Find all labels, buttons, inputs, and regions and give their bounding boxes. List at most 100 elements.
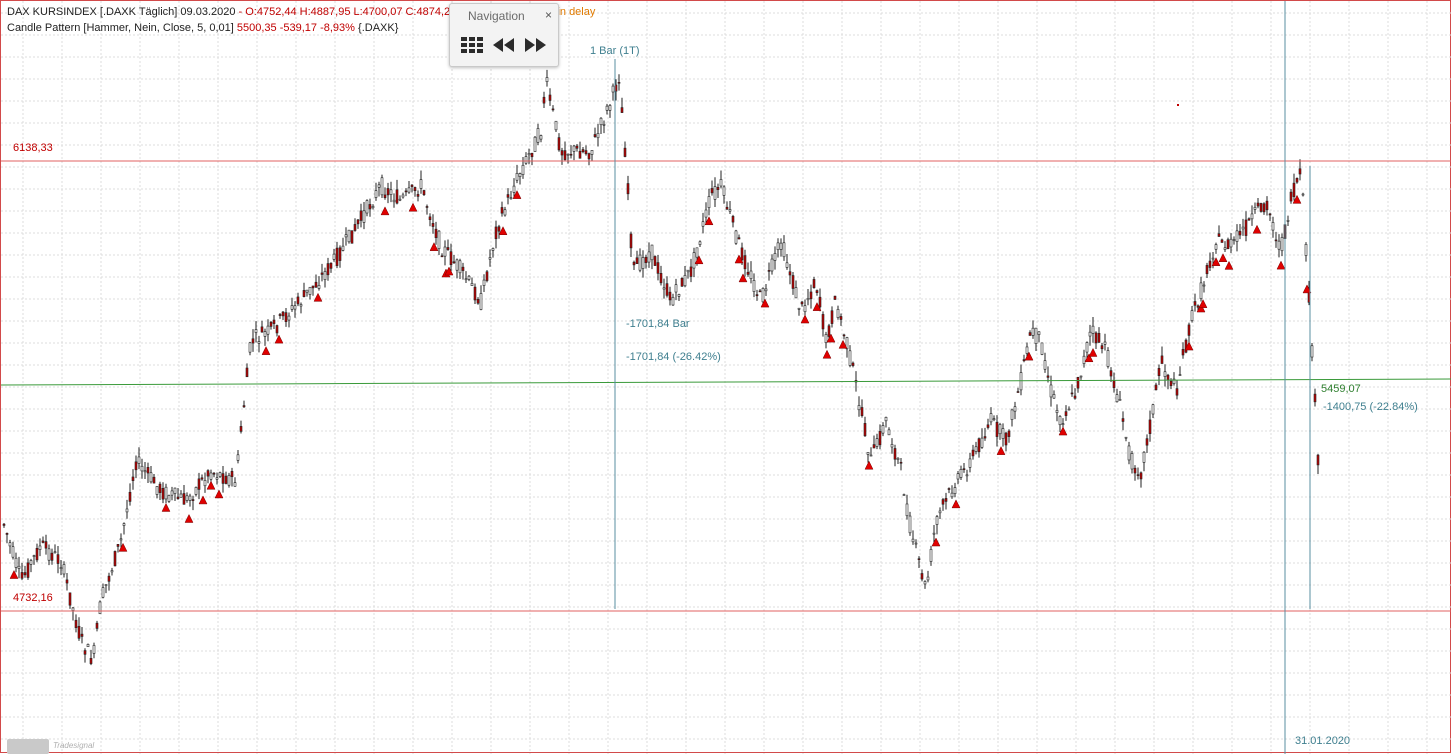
candle-body	[1028, 332, 1032, 336]
candle-body	[473, 286, 477, 301]
candle-body	[731, 216, 735, 223]
candle-body	[1253, 206, 1257, 210]
candle-body	[140, 465, 144, 472]
candle-body	[998, 424, 1002, 435]
candle-body	[1136, 474, 1140, 476]
candle-body	[236, 454, 240, 461]
candle-body	[1103, 341, 1107, 345]
candle-body	[449, 251, 453, 266]
hammer-marker	[822, 349, 832, 359]
candle-body	[494, 226, 498, 240]
candle-body	[848, 350, 852, 366]
candle-body	[272, 319, 276, 324]
candle-body	[1124, 436, 1128, 439]
candle-body	[707, 196, 711, 208]
candle-body	[542, 96, 546, 104]
candle-body	[5, 533, 9, 535]
candle-body	[1196, 305, 1200, 308]
candle-body	[77, 625, 81, 639]
candle-body	[974, 446, 978, 452]
grid-icon[interactable]	[460, 34, 484, 56]
tradesignal-logo: Tradesignal	[7, 738, 117, 754]
candle-body	[239, 426, 243, 432]
hammer-marker	[274, 334, 284, 344]
logo-badge	[7, 739, 49, 754]
candle-body	[362, 210, 366, 223]
candle-body	[164, 486, 168, 500]
candle-body	[1127, 445, 1131, 461]
candle-body	[530, 152, 534, 158]
measure-bar-label: -1701,84 Bar	[626, 318, 690, 330]
date-axis-label: 31.01.2020	[1295, 735, 1351, 747]
candle-body	[1052, 394, 1056, 399]
hammer-marker	[1198, 299, 1208, 308]
candle-body	[206, 470, 210, 477]
candle-body	[590, 150, 594, 155]
candle-body	[1214, 244, 1218, 250]
candle-body	[224, 475, 228, 484]
candle-body	[1151, 404, 1155, 415]
candle-body	[263, 331, 267, 337]
candle-body	[743, 255, 747, 270]
close-icon[interactable]: ×	[545, 8, 552, 22]
rewind-icon[interactable]	[492, 34, 516, 56]
candle-body	[1301, 193, 1305, 196]
candle-body	[266, 325, 270, 335]
candle-body	[467, 275, 471, 280]
hammer-marker	[1276, 260, 1286, 270]
hammer-marker	[214, 489, 224, 499]
study-symbol: {.DAXK}	[358, 22, 399, 34]
candle-body	[509, 197, 513, 200]
candle-body	[836, 309, 840, 318]
fast-forward-icon[interactable]	[523, 34, 547, 56]
candle-body	[209, 472, 213, 480]
candle-body	[1049, 384, 1053, 398]
candle-body	[188, 495, 192, 501]
candle-body	[575, 145, 579, 149]
candle-body	[329, 262, 333, 269]
candle-body	[167, 495, 171, 502]
candle-body	[434, 228, 438, 239]
candle-body	[377, 184, 381, 188]
candle-body	[1142, 451, 1146, 463]
navigation-panel[interactable]: Navigation ×	[449, 3, 559, 67]
candle-body	[1034, 327, 1038, 344]
candle-body	[569, 153, 573, 156]
candle-body	[788, 271, 792, 276]
candle-body	[611, 85, 615, 93]
candle-body	[812, 279, 816, 288]
candle-body	[404, 190, 408, 193]
candle-body	[461, 266, 465, 271]
candle-body	[41, 540, 45, 543]
candle-body	[287, 315, 291, 321]
candle-body	[1259, 203, 1263, 212]
candle-body	[941, 499, 945, 505]
candle-body	[548, 94, 552, 101]
candle-body	[1229, 238, 1233, 248]
candle-body	[806, 298, 810, 301]
candle-body	[512, 185, 516, 193]
chart-window: DAX KURSINDEX [.DAXK Täglich] 09.03.2020…	[0, 0, 1451, 754]
candle-body	[1262, 203, 1266, 213]
candle-body	[173, 487, 177, 494]
candle-body	[62, 564, 66, 575]
candle-body	[1205, 265, 1209, 275]
candle-body	[212, 472, 216, 475]
price-chart[interactable]	[1, 1, 1451, 754]
candle-body	[524, 156, 528, 164]
candle-body	[146, 467, 150, 474]
candle-body	[281, 311, 285, 317]
candle-body	[752, 280, 756, 292]
candle-body	[131, 476, 135, 481]
candle-body	[152, 476, 156, 484]
candle-body	[413, 187, 417, 191]
candle-body	[980, 437, 984, 448]
candle-body	[1094, 332, 1098, 344]
candle-body	[1085, 342, 1089, 353]
candle-body	[491, 248, 495, 251]
candle-body	[536, 128, 540, 143]
candle-body	[485, 271, 489, 281]
candle-body	[176, 496, 180, 500]
candle-body	[1247, 218, 1251, 221]
candle-body	[1316, 454, 1320, 466]
